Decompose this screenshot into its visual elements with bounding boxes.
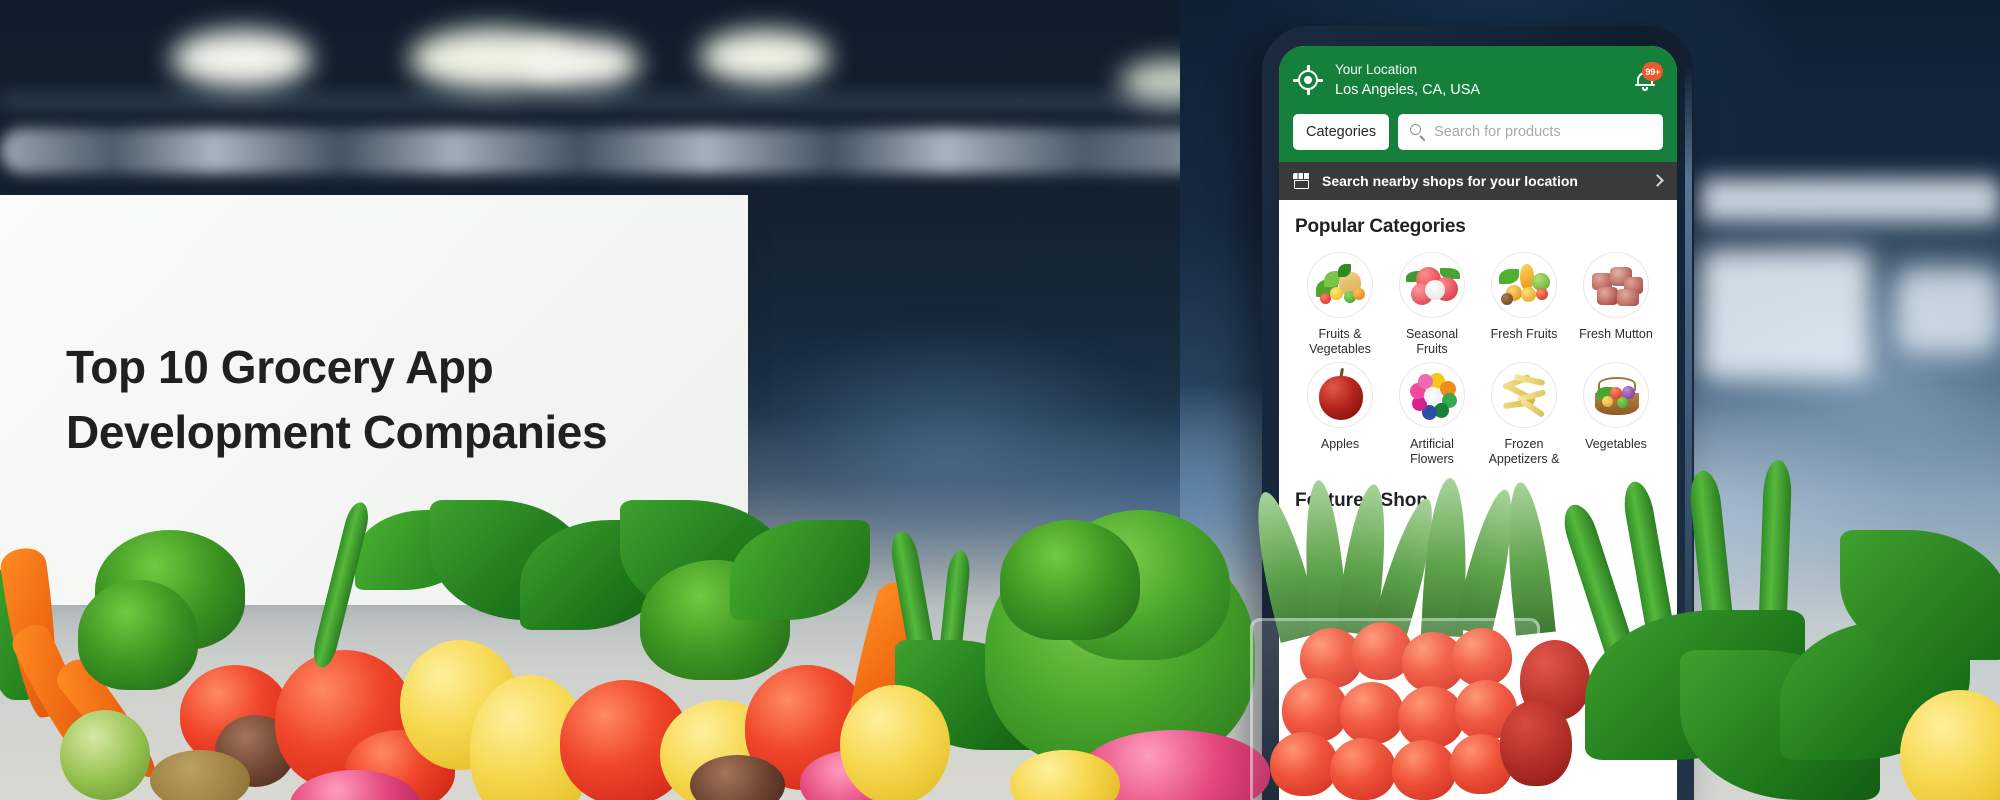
category-label: Fresh Fruits bbox=[1490, 326, 1558, 341]
page-title: Top 10 Grocery App Development Companies bbox=[66, 340, 608, 458]
vegetable-basket-icon bbox=[1583, 361, 1649, 428]
location-label: Your Location bbox=[1335, 62, 1418, 77]
chevron-right-icon bbox=[1651, 174, 1664, 187]
basket-fruits-vegetables-icon bbox=[1307, 251, 1373, 318]
red-apple-icon bbox=[1307, 361, 1373, 428]
search-input[interactable]: Search for products bbox=[1398, 113, 1663, 150]
lychee-icon bbox=[1399, 251, 1465, 318]
ceiling-lamp bbox=[520, 38, 640, 88]
phone-mockup: Your Location Los Angeles, CA, USA 99+ C… bbox=[1262, 26, 1694, 800]
ceiling-strip bbox=[0, 96, 1240, 106]
phone-screen: Your Location Los Angeles, CA, USA 99+ C… bbox=[1279, 46, 1677, 800]
nearby-shops-label: Search nearby shops for your location bbox=[1322, 172, 1578, 189]
category-label: Seasonal Fruits bbox=[1405, 326, 1459, 357]
category-item[interactable]: Vegetables bbox=[1571, 361, 1661, 468]
app-body: Popular Categories Fruits & Vegetables S… bbox=[1279, 199, 1677, 513]
popular-categories-title: Popular Categories bbox=[1295, 215, 1466, 237]
location-row[interactable]: Your Location Los Angeles, CA, USA 99+ bbox=[1293, 60, 1663, 101]
featured-shop-title: Featured Shop bbox=[1295, 490, 1429, 512]
raw-meat-icon bbox=[1583, 251, 1649, 318]
shelf-light-band bbox=[0, 128, 1260, 174]
search-row: Categories Search for products bbox=[1293, 113, 1663, 150]
search-icon bbox=[1410, 124, 1425, 142]
nearby-shops-bar[interactable]: Search nearby shops for your location bbox=[1279, 161, 1677, 200]
category-label: Apples bbox=[1320, 436, 1360, 451]
category-label: Fruits & Vegetables bbox=[1309, 326, 1371, 357]
app-header: Your Location Los Angeles, CA, USA 99+ C… bbox=[1279, 46, 1677, 162]
right-light-streak bbox=[1700, 178, 2000, 222]
colorful-flower-icon bbox=[1399, 361, 1465, 428]
hero-title-panel: Top 10 Grocery App Development Companies bbox=[0, 195, 748, 605]
category-item[interactable]: Apples bbox=[1295, 361, 1385, 468]
category-item[interactable]: Artificial Flowers bbox=[1387, 361, 1477, 468]
search-placeholder: Search for products bbox=[1434, 123, 1561, 140]
crosshair-location-icon bbox=[1293, 65, 1323, 96]
category-item[interactable]: Fruits & Vegetables bbox=[1295, 251, 1385, 358]
right-light-block bbox=[1895, 268, 2000, 354]
french-fries-icon bbox=[1491, 361, 1557, 428]
category-label: Artificial Flowers bbox=[1410, 436, 1454, 467]
category-label: Fresh Mutton bbox=[1579, 326, 1653, 341]
storefront-icon bbox=[1293, 172, 1310, 189]
popular-categories-grid: Fruits & Vegetables Seasonal Fruits Fres… bbox=[1295, 251, 1661, 469]
ceiling-lamp bbox=[700, 30, 830, 84]
category-item[interactable]: Seasonal Fruits bbox=[1387, 251, 1477, 358]
right-light-block bbox=[1700, 250, 1870, 380]
category-item[interactable]: Fresh Fruits bbox=[1479, 251, 1569, 358]
location-text: Your Location Los Angeles, CA, USA bbox=[1335, 60, 1629, 101]
category-item[interactable]: Frozen Appetizers & bbox=[1479, 361, 1569, 468]
location-value: Los Angeles, CA, USA bbox=[1335, 81, 1481, 98]
ceiling-lamp bbox=[172, 30, 312, 88]
category-label: Vegetables bbox=[1585, 436, 1647, 451]
notification-bell-button[interactable]: 99+ bbox=[1629, 62, 1663, 97]
notification-badge: 99+ bbox=[1642, 62, 1663, 82]
categories-button[interactable]: Categories bbox=[1293, 113, 1390, 150]
category-label: Frozen Appetizers & bbox=[1488, 436, 1560, 467]
mixed-fruits-icon bbox=[1491, 251, 1557, 318]
category-item[interactable]: Fresh Mutton bbox=[1571, 251, 1661, 358]
